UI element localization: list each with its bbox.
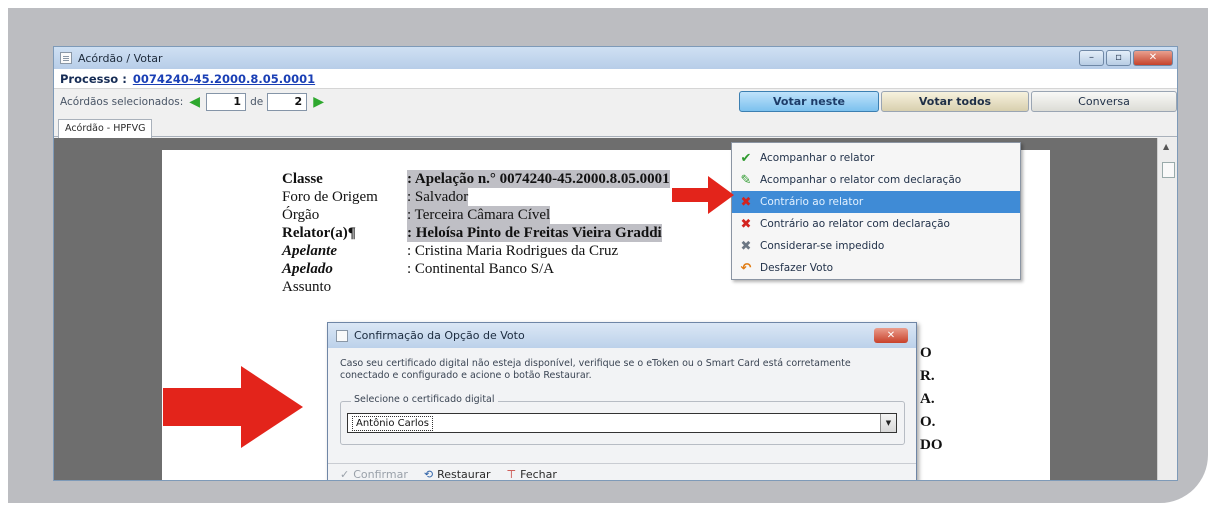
total-count-field: 2 bbox=[267, 93, 308, 111]
votar-todos-button[interactable]: Votar todos bbox=[881, 91, 1029, 112]
confirm-icon: ✓ bbox=[340, 468, 350, 481]
menu-item-impedido[interactable]: ✖ Considerar-se impedido bbox=[732, 235, 1020, 257]
vote-options-menu: ✔ Acompanhar o relator ✎ Acompanhar o re… bbox=[731, 142, 1021, 280]
certificate-group: Selecione o certificado digital Antônio … bbox=[340, 394, 905, 445]
menu-item-contrario[interactable]: ✖ Contrário ao relator bbox=[732, 191, 1020, 213]
dialog-footer: ✓ Confirmar ⟲ Restaurar ⊤ Fechar bbox=[328, 463, 916, 481]
x-doc-icon: ✖ bbox=[740, 216, 752, 232]
processo-row: Processo : 0074240-45.2000.8.05.0001 bbox=[54, 69, 1177, 89]
processo-label: Processo : bbox=[60, 71, 127, 86]
certificate-select[interactable]: Antônio Carlos ▼ bbox=[347, 413, 897, 433]
current-index-field[interactable]: 1 bbox=[206, 93, 247, 111]
vertical-scrollbar[interactable]: ▲ bbox=[1157, 138, 1177, 480]
votar-neste-button[interactable]: Votar neste bbox=[739, 91, 879, 112]
dialog-title: Confirmação da Opção de Voto bbox=[354, 329, 525, 342]
impeded-icon: ✖ bbox=[740, 238, 752, 254]
check-doc-icon: ✎ bbox=[740, 172, 752, 188]
field-orgao: Órgão : Terceira Câmara Cível bbox=[282, 206, 551, 224]
navigation-row: Acórdãos selecionados: ◀ 1 de 2 ▶ Votar … bbox=[54, 89, 1177, 115]
dialog-message: Caso seu certificado digital não esteja … bbox=[340, 358, 851, 381]
maximize-button[interactable]: ▫ bbox=[1106, 50, 1131, 66]
certificate-group-label: Selecione o certificado digital bbox=[351, 394, 498, 405]
processo-link[interactable]: 0074240-45.2000.8.05.0001 bbox=[133, 72, 315, 86]
check-icon: ✔ bbox=[740, 150, 752, 166]
close-button[interactable]: ✕ bbox=[1133, 50, 1173, 66]
restore-icon: ⟲ bbox=[423, 468, 434, 481]
window-titlebar: Acórdão / Votar – ▫ ✕ bbox=[54, 47, 1177, 69]
confirmar-button[interactable]: ✓ Confirmar bbox=[340, 468, 408, 481]
tab-acordao[interactable]: Acórdão - HPFVG bbox=[58, 119, 153, 138]
conversa-button[interactable]: Conversa bbox=[1031, 91, 1177, 112]
red-arrow-icon-dialog bbox=[163, 366, 303, 448]
red-arrow-icon-menu bbox=[672, 176, 734, 214]
x-icon: ✖ bbox=[740, 194, 752, 210]
app-icon bbox=[60, 52, 72, 64]
window-title: Acórdão / Votar bbox=[78, 51, 163, 65]
page-frame: Acórdão / Votar – ▫ ✕ Processo : 0074240… bbox=[8, 8, 1208, 503]
field-apelante: Apelante : Cristina Maria Rodrigues da C… bbox=[282, 243, 619, 259]
nav-separator: de bbox=[250, 96, 264, 108]
previous-arrow-icon[interactable]: ◀ bbox=[189, 94, 200, 110]
confirm-vote-dialog: Confirmação da Opção de Voto ✕ Caso seu … bbox=[327, 322, 917, 481]
field-assunto: Assunto bbox=[282, 279, 332, 295]
restaurar-button[interactable]: ⟲ Restaurar bbox=[423, 468, 491, 481]
window-controls: – ▫ ✕ bbox=[1079, 50, 1173, 66]
dialog-app-icon bbox=[336, 329, 348, 342]
field-classe: Classe : Apelação n.° 0074240-45.2000.8.… bbox=[282, 170, 670, 188]
chevron-down-icon[interactable]: ▼ bbox=[880, 414, 896, 432]
dialog-titlebar: Confirmação da Opção de Voto bbox=[328, 323, 916, 348]
field-apelado: Apelado : Continental Banco S/A bbox=[282, 261, 555, 277]
dialog-close-button[interactable]: ✕ bbox=[874, 328, 908, 343]
minimize-button[interactable]: – bbox=[1079, 50, 1104, 66]
menu-item-acompanhar[interactable]: ✔ Acompanhar o relator bbox=[732, 147, 1020, 169]
tab-strip: Acórdão - HPFVG bbox=[54, 115, 1177, 138]
document-tail-text: O R. A. O. DO bbox=[920, 345, 943, 453]
next-arrow-icon[interactable]: ▶ bbox=[313, 94, 324, 110]
scroll-up-icon[interactable]: ▲ bbox=[1163, 142, 1169, 151]
document-fields: Classe : Apelação n.° 0074240-45.2000.8.… bbox=[282, 170, 670, 296]
menu-item-desfazer[interactable]: ↶ Desfazer Voto bbox=[732, 257, 1020, 279]
menu-item-acompanhar-declaracao[interactable]: ✎ Acompanhar o relator com declaração bbox=[732, 169, 1020, 191]
certificate-selected-value: Antônio Carlos bbox=[352, 416, 433, 431]
nav-label: Acórdãos selecionados: bbox=[60, 96, 184, 108]
undo-icon: ↶ bbox=[740, 260, 752, 276]
fechar-button[interactable]: ⊤ Fechar bbox=[506, 468, 557, 481]
pin-icon: ⊤ bbox=[506, 468, 517, 481]
field-foro: Foro de Origem : Salvador bbox=[282, 188, 469, 206]
scroll-thumb[interactable] bbox=[1162, 162, 1175, 178]
field-relator: Relator(a)¶ : Heloísa Pinto de Freitas V… bbox=[282, 224, 662, 242]
menu-item-contrario-declaracao[interactable]: ✖ Contrário ao relator com declaração bbox=[732, 213, 1020, 235]
